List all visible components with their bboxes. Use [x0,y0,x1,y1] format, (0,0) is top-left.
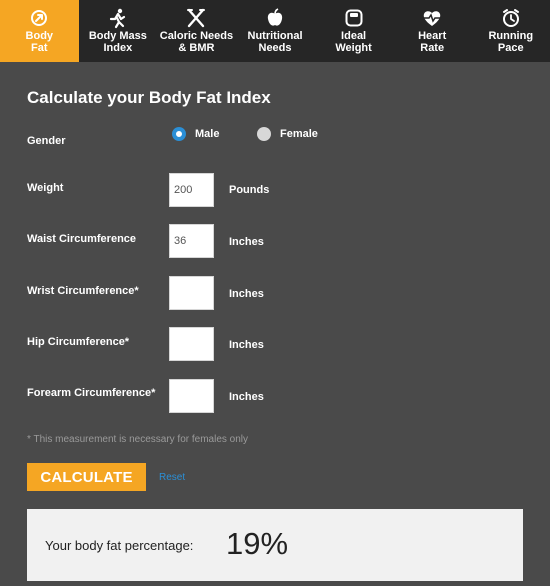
scale-icon [343,7,365,29]
fork-knife-icon [185,7,207,29]
nav-label-ideal-weight: Ideal Weight [335,30,372,54]
page-title: Calculate your Body Fat Index [27,88,271,107]
hip-label: Hip Circumference* [27,336,130,348]
nav-label-heart-rate: Heart Rate [418,30,447,54]
nav-tab-heart-rate[interactable]: Heart Rate [393,0,472,62]
nav-tab-nutritional-needs[interactable]: Nutritional Needs [236,0,315,62]
nav-label-caloric-needs: Caloric Needs & BMR [159,30,234,54]
nav-label-body-mass-index: Body Mass Index [88,30,147,54]
gender-male-radio[interactable]: Male [172,127,219,141]
forearm-unit: Inches [229,391,264,403]
waist-unit: Inches [229,236,264,248]
waist-label: Waist Circumference [27,233,137,245]
calculator-nav: Body Fat Body Mass Index Caloric Needs &… [0,0,550,70]
reset-link[interactable]: Reset [159,472,185,483]
nav-tab-ideal-weight[interactable]: Ideal Weight [314,0,393,62]
result-box: Your body fat percentage: 19% [27,509,523,581]
calculate-button[interactable]: CALCULATE [27,463,146,491]
gender-label: Gender [27,135,66,147]
body-fat-calculator-panel: Calculate your Body Fat Index Gender Mal… [0,62,550,586]
stopwatch-icon [500,7,522,29]
radio-checked-indicator [172,127,186,141]
body-fat-icon [28,7,50,29]
heart-rate-icon [421,7,443,29]
result-label: Your body fat percentage: [45,538,194,553]
radio-unchecked-indicator [257,127,271,141]
gender-male-label: Male [195,128,220,140]
forearm-input[interactable] [169,379,214,413]
nav-tab-running-pace[interactable]: Running Pace [471,0,550,62]
nav-label-running-pace: Running Pace [488,30,534,54]
weight-input[interactable] [169,173,214,207]
apple-icon [264,7,286,29]
female-measurement-note: * This measurement is necessary for fema… [27,434,249,445]
waist-input[interactable] [169,224,214,258]
nav-tab-caloric-needs[interactable]: Caloric Needs & BMR [157,0,236,62]
hip-unit: Inches [229,339,264,351]
gender-female-radio[interactable]: Female [257,127,318,141]
body-fat-percentage-value: 19% [226,526,289,561]
running-person-icon [107,7,129,29]
wrist-input[interactable] [169,276,214,310]
wrist-label: Wrist Circumference* [27,285,139,297]
weight-label: Weight [27,182,64,194]
weight-unit: Pounds [229,184,270,196]
nav-label-nutritional-needs: Nutritional Needs [247,30,303,54]
nav-label-body-fat: Body Fat [25,30,54,54]
hip-input[interactable] [169,327,214,361]
gender-female-label: Female [280,128,318,140]
wrist-unit: Inches [229,288,264,300]
forearm-label: Forearm Circumference* [27,387,156,399]
nav-tab-body-fat[interactable]: Body Fat [0,0,79,70]
nav-tab-body-mass-index[interactable]: Body Mass Index [79,0,158,62]
